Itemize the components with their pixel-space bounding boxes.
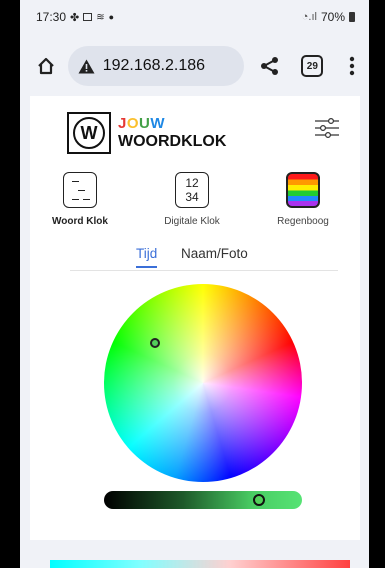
wifi-signal-icon: ◔.ıl bbox=[301, 11, 317, 23]
logo-text-top-letters: JOUW bbox=[118, 115, 165, 132]
mode-selector: Woord Klok 12 34 Digitale Klok Regenboog bbox=[30, 172, 360, 232]
not-secure-warning-icon[interactable] bbox=[78, 59, 95, 74]
status-time: 17:30 bbox=[36, 10, 67, 24]
tab-tijd[interactable]: Tijd bbox=[136, 246, 158, 268]
rainbow-icon bbox=[286, 172, 320, 208]
status-bar: 17:30 ✤ ≋ ● ◔.ıl 70% bbox=[20, 0, 369, 34]
mode-digitale-klok[interactable]: 12 34 Digitale Klok bbox=[152, 172, 232, 227]
address-bar[interactable]: 192.168.2.186 bbox=[67, 46, 244, 86]
mode-label: Digitale Klok bbox=[164, 216, 220, 227]
right-device-edge bbox=[369, 0, 385, 568]
url-text: 192.168.2.186 bbox=[102, 57, 206, 74]
logo-letter-colored: W bbox=[150, 115, 166, 132]
tab-naam-foto[interactable]: Naam/Foto bbox=[181, 246, 248, 266]
phone-screen: 17:30 ✤ ≋ ● ◔.ıl 70% 192.168.2.186 29 W … bbox=[20, 0, 369, 568]
web-page: W JOUW WOORDKLOK Woord Klok 12 34 Digita… bbox=[30, 96, 360, 540]
digital-clock-icon: 12 34 bbox=[175, 172, 209, 208]
digit-line-top: 12 bbox=[185, 176, 199, 190]
sliders-icon bbox=[315, 117, 339, 139]
browser-toolbar: 192.168.2.186 29 bbox=[20, 36, 369, 96]
brand-logo[interactable]: W JOUW WOORDKLOK bbox=[67, 112, 226, 154]
mode-label: Woord Klok bbox=[52, 216, 108, 227]
logo-letter: W bbox=[73, 117, 105, 149]
home-icon bbox=[38, 57, 54, 75]
battery-icon bbox=[349, 12, 355, 22]
color-wheel-handle[interactable] bbox=[150, 338, 160, 348]
mode-regenboog[interactable]: Regenboog bbox=[263, 172, 343, 227]
logo-text-bottom: WOORDKLOK bbox=[118, 133, 227, 150]
fan-icon: ✤ bbox=[70, 11, 80, 24]
mode-woord-klok[interactable]: Woord Klok bbox=[40, 172, 120, 227]
browser-menu-button[interactable] bbox=[343, 56, 361, 76]
tab-switcher-button[interactable]: 29 bbox=[301, 55, 324, 77]
logo-letter-colored: U bbox=[139, 115, 151, 132]
cast-icon: ≋ bbox=[96, 11, 105, 23]
color-wheel[interactable] bbox=[104, 284, 302, 482]
share-icon bbox=[260, 57, 278, 75]
logo-letter-colored: J bbox=[118, 115, 127, 132]
notification-dot-icon: ● bbox=[108, 12, 115, 22]
settings-sliders-button[interactable] bbox=[314, 116, 340, 140]
brightness-slider-handle[interactable] bbox=[253, 494, 265, 506]
logo-text-top: JOUW bbox=[118, 115, 226, 133]
home-button[interactable] bbox=[34, 54, 58, 78]
logo-letter-colored: O bbox=[126, 115, 140, 132]
sub-tabs: Tijd Naam/Foto bbox=[70, 246, 338, 271]
brightness-slider[interactable] bbox=[104, 491, 302, 509]
battery-percent: 70% bbox=[320, 10, 345, 24]
left-device-edge bbox=[0, 0, 20, 568]
logo-mark: W bbox=[67, 112, 111, 154]
more-vertical-icon bbox=[349, 56, 355, 76]
gallery-icon bbox=[83, 13, 93, 21]
next-section-gradient-preview bbox=[50, 560, 350, 568]
mode-label: Regenboog bbox=[277, 216, 329, 227]
digit-line-bottom: 34 bbox=[185, 190, 199, 204]
word-clock-icon bbox=[63, 172, 97, 208]
share-button[interactable] bbox=[258, 54, 282, 78]
